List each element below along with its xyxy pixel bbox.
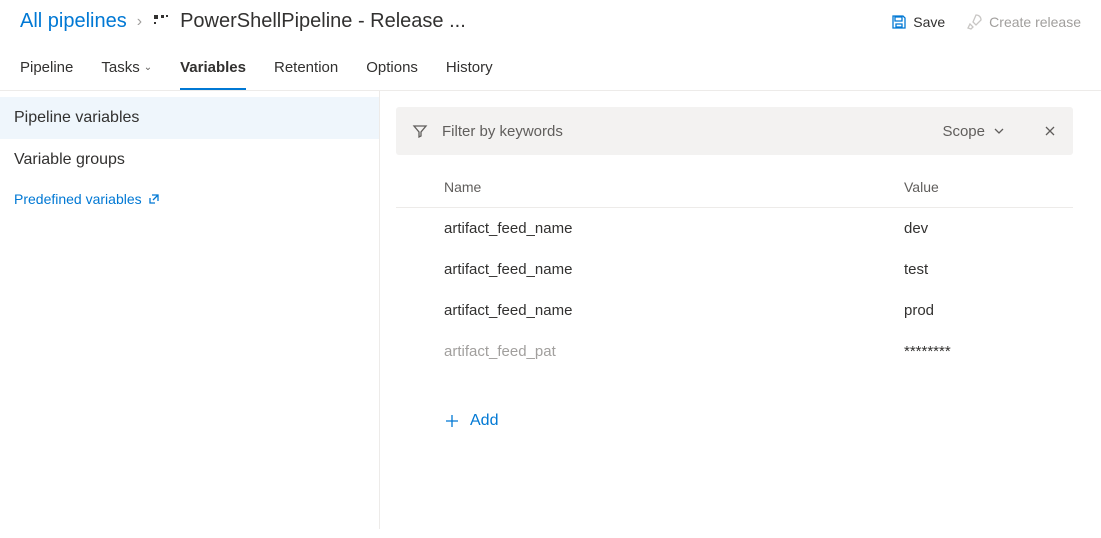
sidebar-item-predefined-variables[interactable]: Predefined variables xyxy=(0,181,379,219)
tab-history-label: History xyxy=(446,59,493,76)
sidebar-item-label: Predefined variables xyxy=(14,191,142,207)
table-row[interactable]: artifact_feed_nametest xyxy=(396,249,1073,290)
variable-name-cell: artifact_feed_name xyxy=(444,261,904,278)
col-header-name: Name xyxy=(444,179,904,195)
tab-variables-label: Variables xyxy=(180,59,246,76)
chevron-down-icon xyxy=(993,125,1005,137)
create-release-label: Create release xyxy=(989,14,1081,30)
tab-retention[interactable]: Retention xyxy=(274,47,338,90)
pipeline-icon xyxy=(152,13,170,31)
chevron-right-icon: › xyxy=(137,13,142,31)
variable-value-cell: ******** xyxy=(904,343,1073,360)
add-button[interactable]: Add xyxy=(396,372,1073,430)
table-row[interactable]: artifact_feed_namedev xyxy=(396,208,1073,249)
tab-pipeline[interactable]: Pipeline xyxy=(20,47,73,90)
filter-icon xyxy=(412,123,428,139)
sidebar-item-label: Variable groups xyxy=(14,151,125,169)
header: All pipelines › PowerShellPipeline - Rel… xyxy=(0,0,1101,47)
header-actions: Save Create release xyxy=(891,14,1081,30)
variable-name-cell: artifact_feed_name xyxy=(444,302,904,319)
save-icon xyxy=(891,14,907,30)
sidebar: Pipeline variables Variable groups Prede… xyxy=(0,91,380,529)
main-panel: Scope Name Value artifact_feed_namedevar… xyxy=(380,91,1101,529)
table-row[interactable]: artifact_feed_pat******** xyxy=(396,331,1073,372)
sidebar-item-variable-groups[interactable]: Variable groups xyxy=(0,139,379,181)
save-label: Save xyxy=(913,14,945,30)
tab-pipeline-label: Pipeline xyxy=(20,59,73,76)
breadcrumb: All pipelines › PowerShellPipeline - Rel… xyxy=(20,10,466,33)
external-link-icon xyxy=(148,193,160,205)
tab-bar: Pipeline Tasks ⌄ Variables Retention Opt… xyxy=(0,47,1101,91)
variables-table: Name Value artifact_feed_namedevartifact… xyxy=(396,165,1073,372)
add-label: Add xyxy=(470,412,498,430)
tab-variables[interactable]: Variables xyxy=(180,47,246,90)
plus-icon xyxy=(444,413,460,429)
tab-options[interactable]: Options xyxy=(366,47,418,90)
content-body: Pipeline variables Variable groups Prede… xyxy=(0,91,1101,529)
variable-name-cell: artifact_feed_name xyxy=(444,220,904,237)
tab-history[interactable]: History xyxy=(446,47,493,90)
rocket-icon xyxy=(967,14,983,30)
scope-label: Scope xyxy=(942,123,985,140)
tab-tasks[interactable]: Tasks ⌄ xyxy=(101,47,152,90)
tab-retention-label: Retention xyxy=(274,59,338,76)
variable-value-cell: prod xyxy=(904,302,1073,319)
tab-tasks-label: Tasks xyxy=(101,59,139,76)
sidebar-item-pipeline-variables[interactable]: Pipeline variables xyxy=(0,97,379,139)
breadcrumb-root-link[interactable]: All pipelines xyxy=(20,10,127,33)
close-icon[interactable] xyxy=(1043,124,1057,138)
create-release-button: Create release xyxy=(967,14,1081,30)
page-title: PowerShellPipeline - Release ... xyxy=(180,10,466,33)
sidebar-item-label: Pipeline variables xyxy=(14,109,139,127)
table-row[interactable]: artifact_feed_nameprod xyxy=(396,290,1073,331)
tab-options-label: Options xyxy=(366,59,418,76)
scope-dropdown[interactable]: Scope xyxy=(942,123,1005,140)
variable-name-cell: artifact_feed_pat xyxy=(444,343,904,360)
variable-value-cell: test xyxy=(904,261,1073,278)
col-header-value: Value xyxy=(904,179,1073,195)
variable-value-cell: dev xyxy=(904,220,1073,237)
table-header: Name Value xyxy=(396,165,1073,208)
chevron-down-icon: ⌄ xyxy=(144,62,152,73)
save-button[interactable]: Save xyxy=(891,14,945,30)
filter-input[interactable] xyxy=(442,123,928,140)
filter-bar: Scope xyxy=(396,107,1073,155)
